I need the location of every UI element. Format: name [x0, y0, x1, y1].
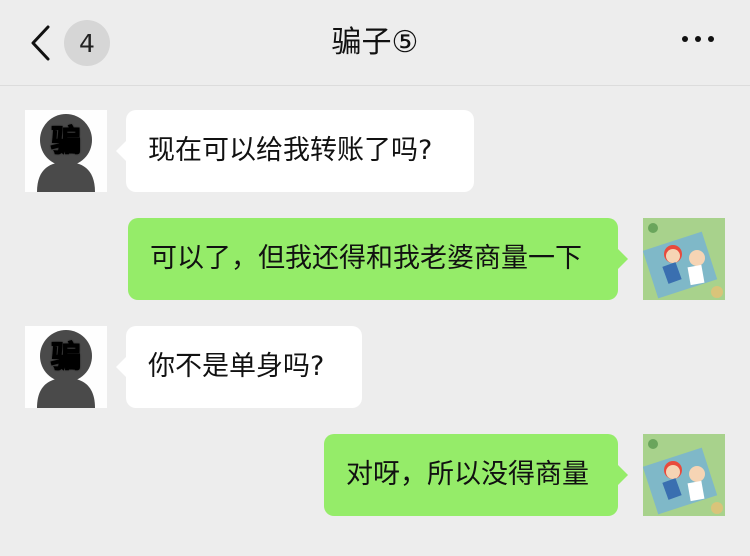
contact-avatar[interactable]: 骗 [25, 326, 107, 408]
message-bubble-outgoing[interactable]: 对呀，所以没得商量 [324, 434, 628, 516]
my-avatar[interactable] [643, 434, 725, 516]
chat-header: 4 骗子⑤ [0, 0, 750, 86]
more-dot [695, 36, 701, 42]
chat-title: 骗子⑤ [331, 25, 419, 60]
avatar-char: 骗 [50, 123, 81, 159]
message-bubble-incoming[interactable]: 现在可以给我转账了吗? [116, 110, 474, 192]
my-avatar[interactable] [643, 218, 725, 300]
more-dot [708, 36, 714, 42]
cartoon-avatar-icon [643, 434, 725, 516]
message-bubble-outgoing[interactable]: 可以了，但我还得和我老婆商量一下 [128, 218, 628, 300]
message-bubble-incoming[interactable]: 你不是单身吗? [116, 326, 362, 408]
more-dots-icon[interactable] [682, 36, 714, 42]
cartoon-avatar-icon [643, 218, 725, 300]
contact-avatar[interactable]: 骗 [25, 110, 107, 192]
avatar-char: 骗 [50, 339, 81, 375]
more-dot [682, 36, 688, 42]
